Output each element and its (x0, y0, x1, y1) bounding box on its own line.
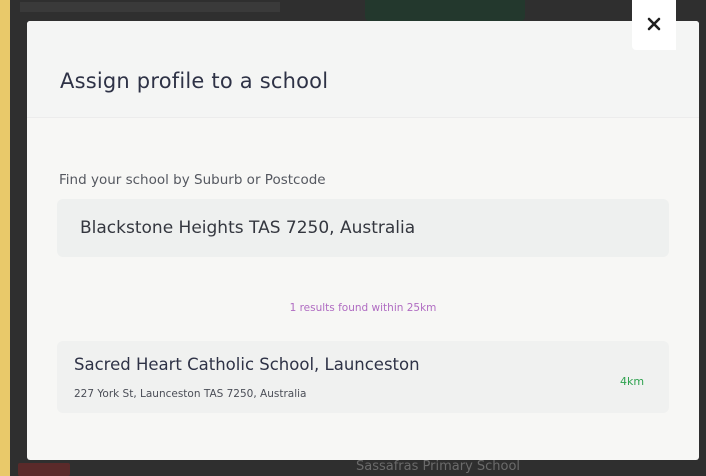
background-green-button (365, 0, 525, 22)
background-header-strip (20, 2, 280, 12)
result-distance: 4km (620, 375, 645, 388)
school-search-input[interactable]: Blackstone Heights TAS 7250, Australia (57, 199, 669, 257)
assign-school-modal: Assign profile to a school Find your sch… (27, 21, 699, 460)
modal-title: Assign profile to a school (60, 69, 329, 93)
close-icon (647, 16, 661, 35)
school-search-value[interactable]: Blackstone Heights TAS 7250, Australia (80, 218, 415, 238)
search-field-label: Find your school by Suburb or Postcode (59, 172, 326, 188)
result-item[interactable]: Sacred Heart Catholic School, Launceston… (57, 341, 669, 413)
modal-header: Assign profile to a school (27, 21, 699, 118)
background-badge (18, 463, 70, 476)
result-school-address: 227 York St, Launceston TAS 7250, Austra… (74, 388, 307, 400)
results-summary: 1 results found within 25km (289, 302, 437, 314)
background-school-name: Sassafras Primary School (356, 459, 521, 474)
close-button[interactable] (632, 0, 676, 50)
result-school-name: Sacred Heart Catholic School, Launceston (74, 355, 420, 374)
